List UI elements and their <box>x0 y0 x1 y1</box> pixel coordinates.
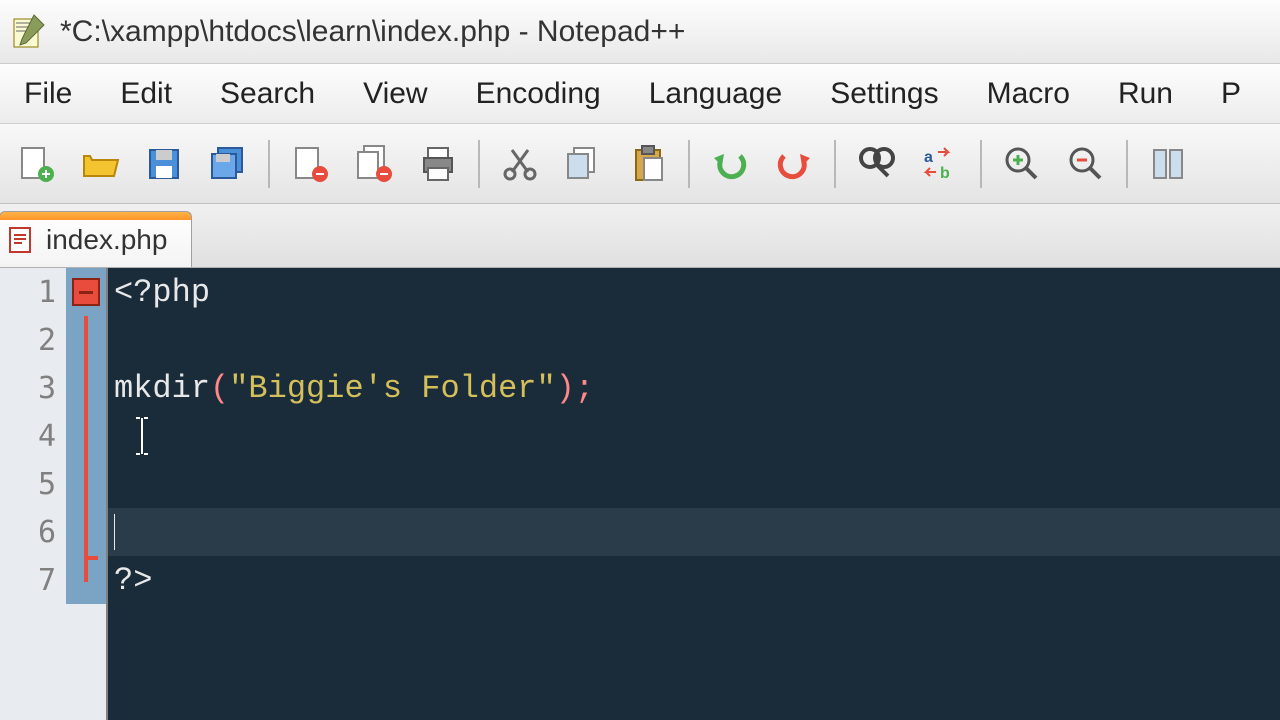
code-line-7[interactable]: ?> <box>108 556 1280 604</box>
line-number: 3 <box>0 364 106 412</box>
line-number: 2 <box>0 316 106 364</box>
menu-view[interactable]: View <box>339 77 451 111</box>
toolbar-separator <box>268 140 270 188</box>
code-line-4[interactable] <box>108 412 1280 460</box>
replace-icon[interactable]: ab <box>912 136 968 192</box>
menu-settings[interactable]: Settings <box>806 77 962 111</box>
menu-macro[interactable]: Macro <box>963 77 1094 111</box>
toolbar-separator <box>1126 140 1128 188</box>
redo-icon[interactable] <box>766 136 822 192</box>
menu-plugins-partial[interactable]: P <box>1197 77 1265 111</box>
new-file-icon[interactable] <box>8 136 64 192</box>
menu-file[interactable]: File <box>0 77 96 111</box>
open-file-icon[interactable] <box>72 136 128 192</box>
app-icon <box>8 11 50 53</box>
paste-icon[interactable] <box>620 136 676 192</box>
line-number: 6 <box>0 508 106 556</box>
save-icon[interactable] <box>136 136 192 192</box>
code-line-1[interactable]: <?php <box>108 268 1280 316</box>
code-line-3[interactable]: mkdir("Biggie's Folder"); <box>108 364 1280 412</box>
line-number: 5 <box>0 460 106 508</box>
menu-encoding[interactable]: Encoding <box>452 77 625 111</box>
menu-edit[interactable]: Edit <box>96 77 196 111</box>
code-area[interactable]: <?php mkdir("Biggie's Folder"); ?> <box>108 268 1280 720</box>
copy-icon[interactable] <box>556 136 612 192</box>
menu-search[interactable]: Search <box>196 77 339 111</box>
file-modified-icon <box>8 226 36 254</box>
titlebar: *C:\xampp\htdocs\learn\index.php - Notep… <box>0 0 1280 64</box>
gutter: 1 2 3 4 5 6 7 <box>0 268 108 720</box>
window-title: *C:\xampp\htdocs\learn\index.php - Notep… <box>60 15 685 49</box>
toolbar-separator <box>478 140 480 188</box>
fold-toggle-icon[interactable] <box>72 278 100 306</box>
line-number: 4 <box>0 412 106 460</box>
close-icon[interactable] <box>282 136 338 192</box>
code-line-5[interactable] <box>108 460 1280 508</box>
sync-icon[interactable] <box>1140 136 1196 192</box>
find-icon[interactable] <box>848 136 904 192</box>
toolbar-separator <box>688 140 690 188</box>
svg-text:a: a <box>924 149 933 166</box>
menubar: File Edit Search View Encoding Language … <box>0 64 1280 124</box>
menu-language[interactable]: Language <box>625 77 806 111</box>
zoom-out-icon[interactable] <box>1058 136 1114 192</box>
tabbar: index.php <box>0 204 1280 268</box>
line-number: 1 <box>0 268 106 316</box>
tab-label: index.php <box>46 224 167 256</box>
cut-icon[interactable] <box>492 136 548 192</box>
menu-run[interactable]: Run <box>1094 77 1197 111</box>
save-all-icon[interactable] <box>200 136 256 192</box>
toolbar-separator <box>980 140 982 188</box>
undo-icon[interactable] <box>702 136 758 192</box>
svg-text:b: b <box>940 165 950 182</box>
toolbar: ab <box>0 124 1280 204</box>
zoom-in-icon[interactable] <box>994 136 1050 192</box>
close-all-icon[interactable] <box>346 136 402 192</box>
code-line-2[interactable] <box>108 316 1280 364</box>
toolbar-separator <box>834 140 836 188</box>
tab-index-php[interactable]: index.php <box>0 211 192 267</box>
print-icon[interactable] <box>410 136 466 192</box>
code-line-6[interactable] <box>108 508 1280 556</box>
text-caret <box>114 514 115 550</box>
line-number: 7 <box>0 556 106 604</box>
editor: 1 2 3 4 5 6 7 <?php mkdir("Biggie's Fold… <box>0 268 1280 720</box>
